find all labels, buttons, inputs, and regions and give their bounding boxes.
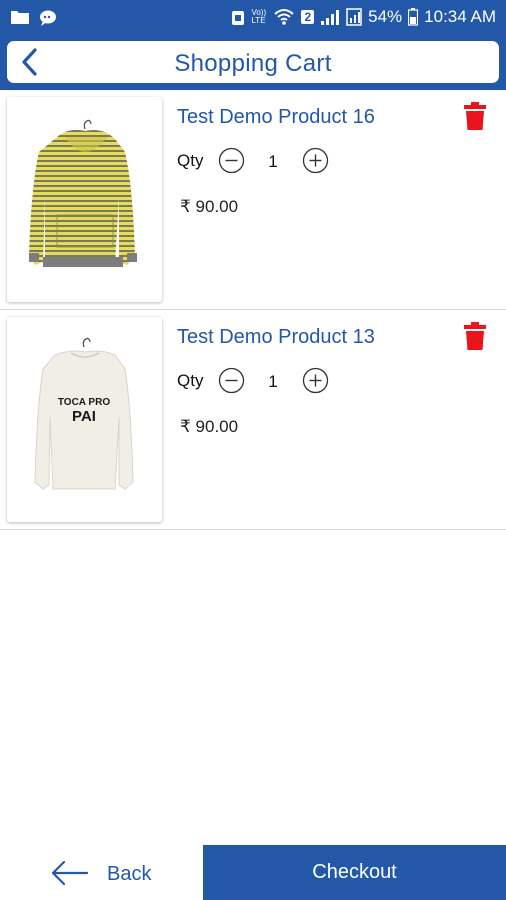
qty-label: Qty: [177, 371, 204, 390]
folder-icon: [11, 11, 29, 24]
signal-icon-2: [346, 8, 362, 26]
trash-icon[interactable]: [461, 321, 489, 351]
minus-icon[interactable]: [218, 147, 245, 174]
product-name[interactable]: Test Demo Product 13: [177, 326, 375, 349]
status-right: Vo)) LTE 2 54% 10:34 AM: [231, 7, 496, 27]
qty-label: Qty: [177, 151, 204, 170]
wifi-icon: [274, 9, 295, 25]
app-header: Shopping Cart: [0, 38, 506, 90]
battery-icon: [408, 8, 419, 26]
title-bar: Shopping Cart: [7, 41, 499, 83]
network-label: Vo)) LTE: [251, 8, 267, 25]
product-image[interactable]: TOCA PRO PAI: [7, 317, 162, 522]
striped-hoodie-image: [29, 119, 137, 267]
product-price: ₹ 90.00: [180, 417, 239, 436]
product-price: ₹ 90.00: [180, 197, 239, 216]
minus-icon[interactable]: [218, 367, 245, 394]
arrow-left-icon: [51, 860, 89, 886]
clock: 10:34 AM: [424, 7, 496, 26]
qty-value: 1: [268, 152, 278, 171]
signal-icon: [321, 10, 340, 25]
shirt-print-line1: TOCA PRO: [58, 397, 110, 408]
shirt-print-line2: PAI: [72, 408, 96, 425]
white-sweatshirt-image: TOCA PRO PAI: [34, 337, 134, 490]
product-image[interactable]: [7, 97, 162, 302]
back-label: Back: [107, 863, 152, 885]
product-name[interactable]: Test Demo Product 16: [177, 106, 375, 129]
battery-percent: 54%: [368, 7, 403, 26]
alarm-icon: [232, 11, 245, 25]
status-bar: Vo)) LTE 2 54% 10:34 AM: [0, 0, 506, 38]
checkout-button[interactable]: Checkout: [203, 845, 506, 900]
qty-value: 1: [268, 372, 278, 391]
back-button[interactable]: Back: [0, 845, 203, 900]
plus-icon[interactable]: [302, 147, 329, 174]
page-title: Shopping Cart: [174, 50, 332, 77]
chat-bubble-icon: [40, 10, 56, 26]
status-left: [10, 9, 58, 27]
trash-icon[interactable]: [461, 101, 489, 131]
sim-badge: 2: [301, 10, 315, 24]
cart-item: Test Demo Product 16 Qty 1 ₹ 90.00: [0, 90, 506, 310]
plus-icon[interactable]: [302, 367, 329, 394]
cart-item: TOCA PRO PAI Test Demo Product 13 Qty 1 …: [0, 310, 506, 530]
